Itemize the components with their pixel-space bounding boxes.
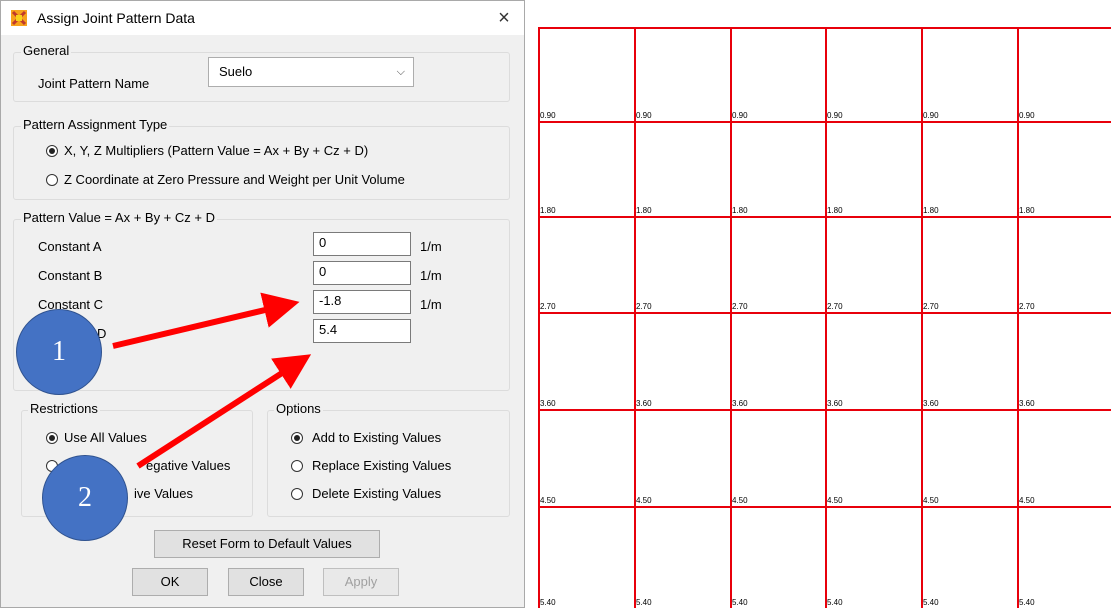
radio-xyz-multipliers[interactable] — [46, 145, 58, 157]
grid-value-label: 0.90 — [923, 111, 939, 120]
grid-value-label: 2.70 — [732, 302, 748, 311]
grid-value-label: 0.90 — [540, 111, 556, 120]
joint-pattern-name-dropdown[interactable]: Suelo ⌵ — [208, 57, 414, 87]
grid-value-label: 4.50 — [732, 496, 748, 505]
grid-value-label: 5.40 — [732, 598, 748, 607]
grid-value-label: 5.40 — [827, 598, 843, 607]
grid-value-label: 4.50 — [636, 496, 652, 505]
radio-add-to-existing[interactable] — [291, 432, 303, 444]
grid-value-label: 4.50 — [827, 496, 843, 505]
grid-value-label: 1.80 — [923, 206, 939, 215]
options-label: Options — [274, 401, 323, 416]
joint-pattern-grid: 0.90 0.90 0.90 0.90 0.90 0.90 1.80 1.80 1.80 1.80… — [538, 0, 1111, 608]
replace-existing-label: Replace Existing Values — [312, 458, 452, 473]
grid-value-label: 1.80 — [732, 206, 748, 215]
grid-value-label: 3.60 — [827, 399, 843, 408]
grid-value-label: 3.60 — [732, 399, 748, 408]
radio-delete-existing[interactable] — [291, 488, 303, 500]
grid-value-label: 3.60 — [923, 399, 939, 408]
pattern-assignment-type-group — [13, 126, 510, 200]
constant-c-unit: 1/m — [420, 297, 442, 312]
apply-button[interactable]: Apply — [323, 568, 399, 596]
general-group-label: General — [21, 43, 72, 58]
close-icon[interactable]: × — [489, 5, 519, 31]
constant-d-input[interactable]: 5.4 — [313, 319, 411, 343]
positive-values-label: ive Values — [134, 486, 194, 501]
add-to-existing-label: Add to Existing Values — [312, 430, 442, 445]
grid-value-label: 4.50 — [540, 496, 556, 505]
joint-pattern-name-label: Joint Pattern Name — [38, 76, 150, 91]
grid-value-label: 1.80 — [540, 206, 556, 215]
z-coordinate-label: Z Coordinate at Zero Pressure and Weight… — [64, 172, 405, 187]
ok-button[interactable]: OK — [132, 568, 208, 596]
grid-horizontal-line — [538, 506, 1111, 508]
constant-c-input[interactable]: -1.8 — [313, 290, 411, 314]
grid-value-label: 2.70 — [827, 302, 843, 311]
constant-b-input[interactable]: 0 — [313, 261, 411, 285]
radio-replace-existing[interactable] — [291, 460, 303, 472]
joint-pattern-name-value: Suelo — [219, 64, 253, 79]
grid-value-label: 0.90 — [732, 111, 748, 120]
grid-value-label: 2.70 — [923, 302, 939, 311]
grid-value-label: 5.40 — [636, 598, 652, 607]
restrictions-label: Restrictions — [28, 401, 100, 416]
radio-use-all-values[interactable] — [46, 432, 58, 444]
dialog-title: Assign Joint Pattern Data — [37, 10, 195, 26]
grid-value-label: 3.60 — [1019, 399, 1035, 408]
reset-defaults-button[interactable]: Reset Form to Default Values — [154, 530, 380, 558]
grid-value-label: 3.60 — [636, 399, 652, 408]
grid-value-label: 2.70 — [1019, 302, 1035, 311]
grid-value-label: 0.90 — [827, 111, 843, 120]
constant-b-unit: 1/m — [420, 268, 442, 283]
annotation-bubble-1: 1 — [16, 309, 102, 395]
negative-values-label: egative Values — [146, 458, 231, 473]
constant-a-unit: 1/m — [420, 239, 442, 254]
grid-horizontal-line — [538, 216, 1111, 218]
grid-value-label: 0.90 — [636, 111, 652, 120]
grid-value-label: 5.40 — [923, 598, 939, 607]
delete-existing-label: Delete Existing Values — [312, 486, 442, 501]
pattern-assignment-type-label: Pattern Assignment Type — [21, 117, 170, 132]
grid-value-label: 3.60 — [540, 399, 556, 408]
chevron-down-icon: ⌵ — [396, 66, 405, 78]
grid-value-label: 5.40 — [540, 598, 556, 607]
title-bar: Assign Joint Pattern Data × — [1, 1, 524, 35]
grid-value-label: 1.80 — [827, 206, 843, 215]
grid-value-label: 5.40 — [1019, 598, 1035, 607]
radio-z-coordinate[interactable] — [46, 174, 58, 186]
constant-a-input[interactable]: 0 — [313, 232, 411, 256]
close-button[interactable]: Close — [228, 568, 304, 596]
grid-horizontal-line — [538, 409, 1111, 411]
xyz-multipliers-label: X, Y, Z Multipliers (Pattern Value = Ax … — [64, 143, 369, 158]
grid-value-label: 4.50 — [1019, 496, 1035, 505]
constant-b-label: Constant B — [38, 268, 103, 283]
grid-value-label: 4.50 — [923, 496, 939, 505]
grid-horizontal-line — [538, 27, 1111, 29]
grid-value-label: 0.90 — [1019, 111, 1035, 120]
app-icon — [11, 10, 27, 26]
use-all-values-label: Use All Values — [64, 430, 147, 445]
grid-value-label: 1.80 — [636, 206, 652, 215]
grid-value-label: 2.70 — [636, 302, 652, 311]
annotation-bubble-2: 2 — [42, 455, 128, 541]
grid-horizontal-line — [538, 312, 1111, 314]
grid-value-label: 1.80 — [1019, 206, 1035, 215]
grid-horizontal-line — [538, 121, 1111, 123]
pattern-value-label: Pattern Value = Ax + By + Cz + D — [21, 210, 217, 225]
constant-a-label: Constant A — [38, 239, 102, 254]
grid-value-label: 2.70 — [540, 302, 556, 311]
